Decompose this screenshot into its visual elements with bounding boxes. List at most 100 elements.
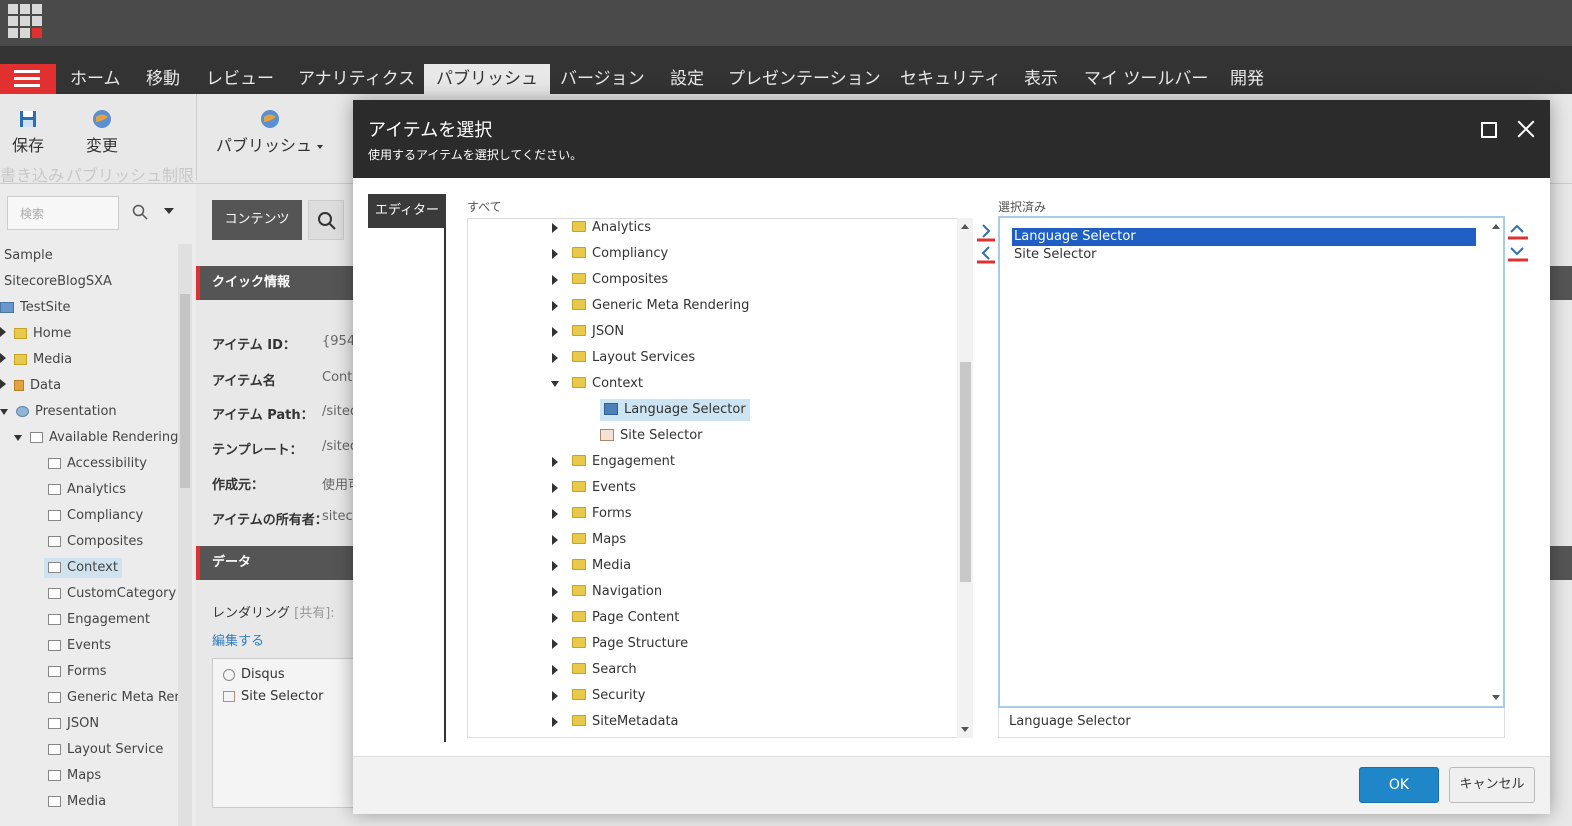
tree-item-events[interactable]: Events (48, 636, 111, 656)
scroll-up-icon[interactable] (961, 224, 969, 229)
maximize-icon[interactable] (1481, 122, 1497, 138)
tree-item-sample[interactable]: Sample (4, 246, 53, 266)
move-up-button[interactable] (1507, 222, 1529, 242)
tab-publish[interactable]: パブリッシュ (424, 64, 550, 94)
tree-item-maps[interactable]: Maps (48, 766, 101, 786)
tree-row-label[interactable]: Analytics (572, 219, 651, 239)
tree-row-label[interactable]: Navigation (572, 581, 662, 603)
tree-row-label[interactable]: Page Content (572, 607, 679, 629)
expand-icon[interactable] (0, 379, 6, 389)
tree-row-label[interactable]: Media (572, 555, 631, 577)
tree-scrollbar[interactable] (178, 244, 192, 826)
expand-icon[interactable] (552, 639, 558, 649)
ok-button[interactable]: OK (1359, 767, 1439, 803)
scroll-up-icon[interactable] (1492, 224, 1500, 229)
tree-item-json[interactable]: JSON (48, 714, 99, 734)
expand-icon[interactable] (552, 691, 558, 701)
expand-icon[interactable] (552, 457, 558, 467)
tree-row-label[interactable]: Language Selector (600, 399, 750, 421)
tree-item-testsite[interactable]: TestSite (0, 298, 71, 318)
tab-analytics[interactable]: アナリティクス (286, 64, 427, 94)
expand-icon[interactable] (552, 353, 558, 363)
tab-developer[interactable]: 開発 (1218, 64, 1276, 94)
app-launcher-icon[interactable] (8, 4, 42, 38)
tab-presentation[interactable]: プレゼンテーション (716, 64, 893, 94)
publish-button[interactable]: パブリッシュ (216, 108, 324, 156)
tree-item-media[interactable]: Media (0, 350, 72, 370)
save-button[interactable]: 保存 (12, 108, 44, 156)
tree-item-compliancy[interactable]: Compliancy (48, 506, 143, 526)
expand-icon[interactable] (552, 717, 558, 727)
expand-icon[interactable] (552, 587, 558, 597)
menu-icon[interactable] (0, 64, 56, 94)
expand-icon[interactable] (552, 483, 558, 493)
expand-icon[interactable] (552, 613, 558, 623)
tree-row-label[interactable]: Engagement (572, 451, 675, 473)
scroll-down-icon[interactable] (961, 727, 969, 732)
tree-item-engagement[interactable]: Engagement (48, 610, 150, 630)
tree-row-label[interactable]: Layout Services (572, 347, 695, 369)
expand-icon[interactable] (552, 249, 558, 259)
tree-item-presentation[interactable]: Presentation (0, 402, 117, 422)
expand-icon[interactable] (552, 561, 558, 571)
selected-scrollbar[interactable] (1489, 218, 1503, 706)
selected-item-language-selector[interactable]: Language Selector (1012, 228, 1476, 246)
tree-item-available-renderings[interactable]: Available Renderings (14, 428, 185, 448)
tree-item-media-rendering[interactable]: Media (48, 792, 106, 812)
tree-row-label[interactable]: Compliancy (572, 243, 668, 265)
expand-icon[interactable] (552, 535, 558, 545)
tab-home[interactable]: ホーム (58, 64, 133, 94)
tree-item-accessibility[interactable]: Accessibility (48, 454, 147, 474)
tab-my-toolbar[interactable]: マイ ツールバー (1072, 64, 1220, 94)
tree-item-context[interactable]: Context (44, 558, 122, 578)
expand-icon[interactable] (552, 509, 558, 519)
expand-icon[interactable] (552, 301, 558, 311)
tree-item-customcategory[interactable]: CustomCategory (48, 584, 176, 604)
tree-item-analytics[interactable]: Analytics (48, 480, 126, 500)
tree-row-label[interactable]: Context (572, 373, 643, 395)
tree-item-data[interactable]: Data (0, 376, 61, 396)
tab-configure[interactable]: 設定 (658, 64, 716, 94)
tab-versions[interactable]: バージョン (548, 64, 657, 94)
tree-row-label[interactable]: SiteMetadata (572, 711, 679, 733)
tree-row-label[interactable]: JSON (572, 321, 624, 343)
close-icon[interactable] (1515, 118, 1537, 140)
cancel-button[interactable]: キャンセル (1449, 767, 1535, 803)
collapse-icon[interactable] (0, 409, 8, 415)
tree-item-home[interactable]: Home (0, 324, 71, 344)
collapse-icon[interactable] (551, 381, 559, 387)
add-selected-button[interactable] (975, 222, 997, 242)
rendering-item-site-selector[interactable]: Site Selector (223, 689, 324, 704)
search-dropdown-icon[interactable] (164, 208, 174, 214)
tree-row-label[interactable]: Composites (572, 269, 668, 291)
publish-dropdown-icon[interactable] (317, 144, 324, 149)
tab-security[interactable]: セキュリティ (888, 64, 1013, 94)
tree-item-sitecoreblogsxa[interactable]: SitecoreBlogSXA (4, 272, 112, 292)
content-search-button[interactable] (308, 200, 344, 240)
tree-row-label[interactable]: Page Structure (572, 633, 688, 655)
tree-row-label[interactable]: Forms (572, 503, 632, 525)
tree-item-generic-meta[interactable]: Generic Meta Rend (48, 688, 191, 708)
collapse-icon[interactable] (14, 435, 22, 441)
tree-row-label[interactable]: Maps (572, 529, 626, 551)
tree-item-composites[interactable]: Composites (48, 532, 143, 552)
expand-icon[interactable] (0, 327, 6, 337)
tab-navigate[interactable]: 移動 (134, 64, 192, 94)
tree-item-forms[interactable]: Forms (48, 662, 107, 682)
scroll-down-icon[interactable] (1492, 695, 1500, 700)
move-down-button[interactable] (1507, 244, 1529, 264)
tree-row-label[interactable]: Site Selector (600, 425, 703, 447)
tree-row-label[interactable]: Generic Meta Rendering (572, 295, 749, 317)
expand-icon[interactable] (0, 353, 6, 363)
all-items-scrollbar-thumb[interactable] (960, 362, 971, 582)
expand-icon[interactable] (552, 275, 558, 285)
tab-view[interactable]: 表示 (1012, 64, 1070, 94)
selected-item-site-selector[interactable]: Site Selector (1012, 246, 1476, 264)
tree-row-label[interactable]: Search (572, 659, 637, 681)
remove-selected-button[interactable] (975, 244, 997, 264)
tree-row-label[interactable]: Security (572, 685, 645, 707)
tree-row-label[interactable]: Events (572, 477, 636, 499)
tab-editor[interactable]: エディター (368, 194, 446, 228)
tab-content[interactable]: コンテンツ (212, 200, 302, 240)
tree-item-layout-service[interactable]: Layout Service (48, 740, 163, 760)
